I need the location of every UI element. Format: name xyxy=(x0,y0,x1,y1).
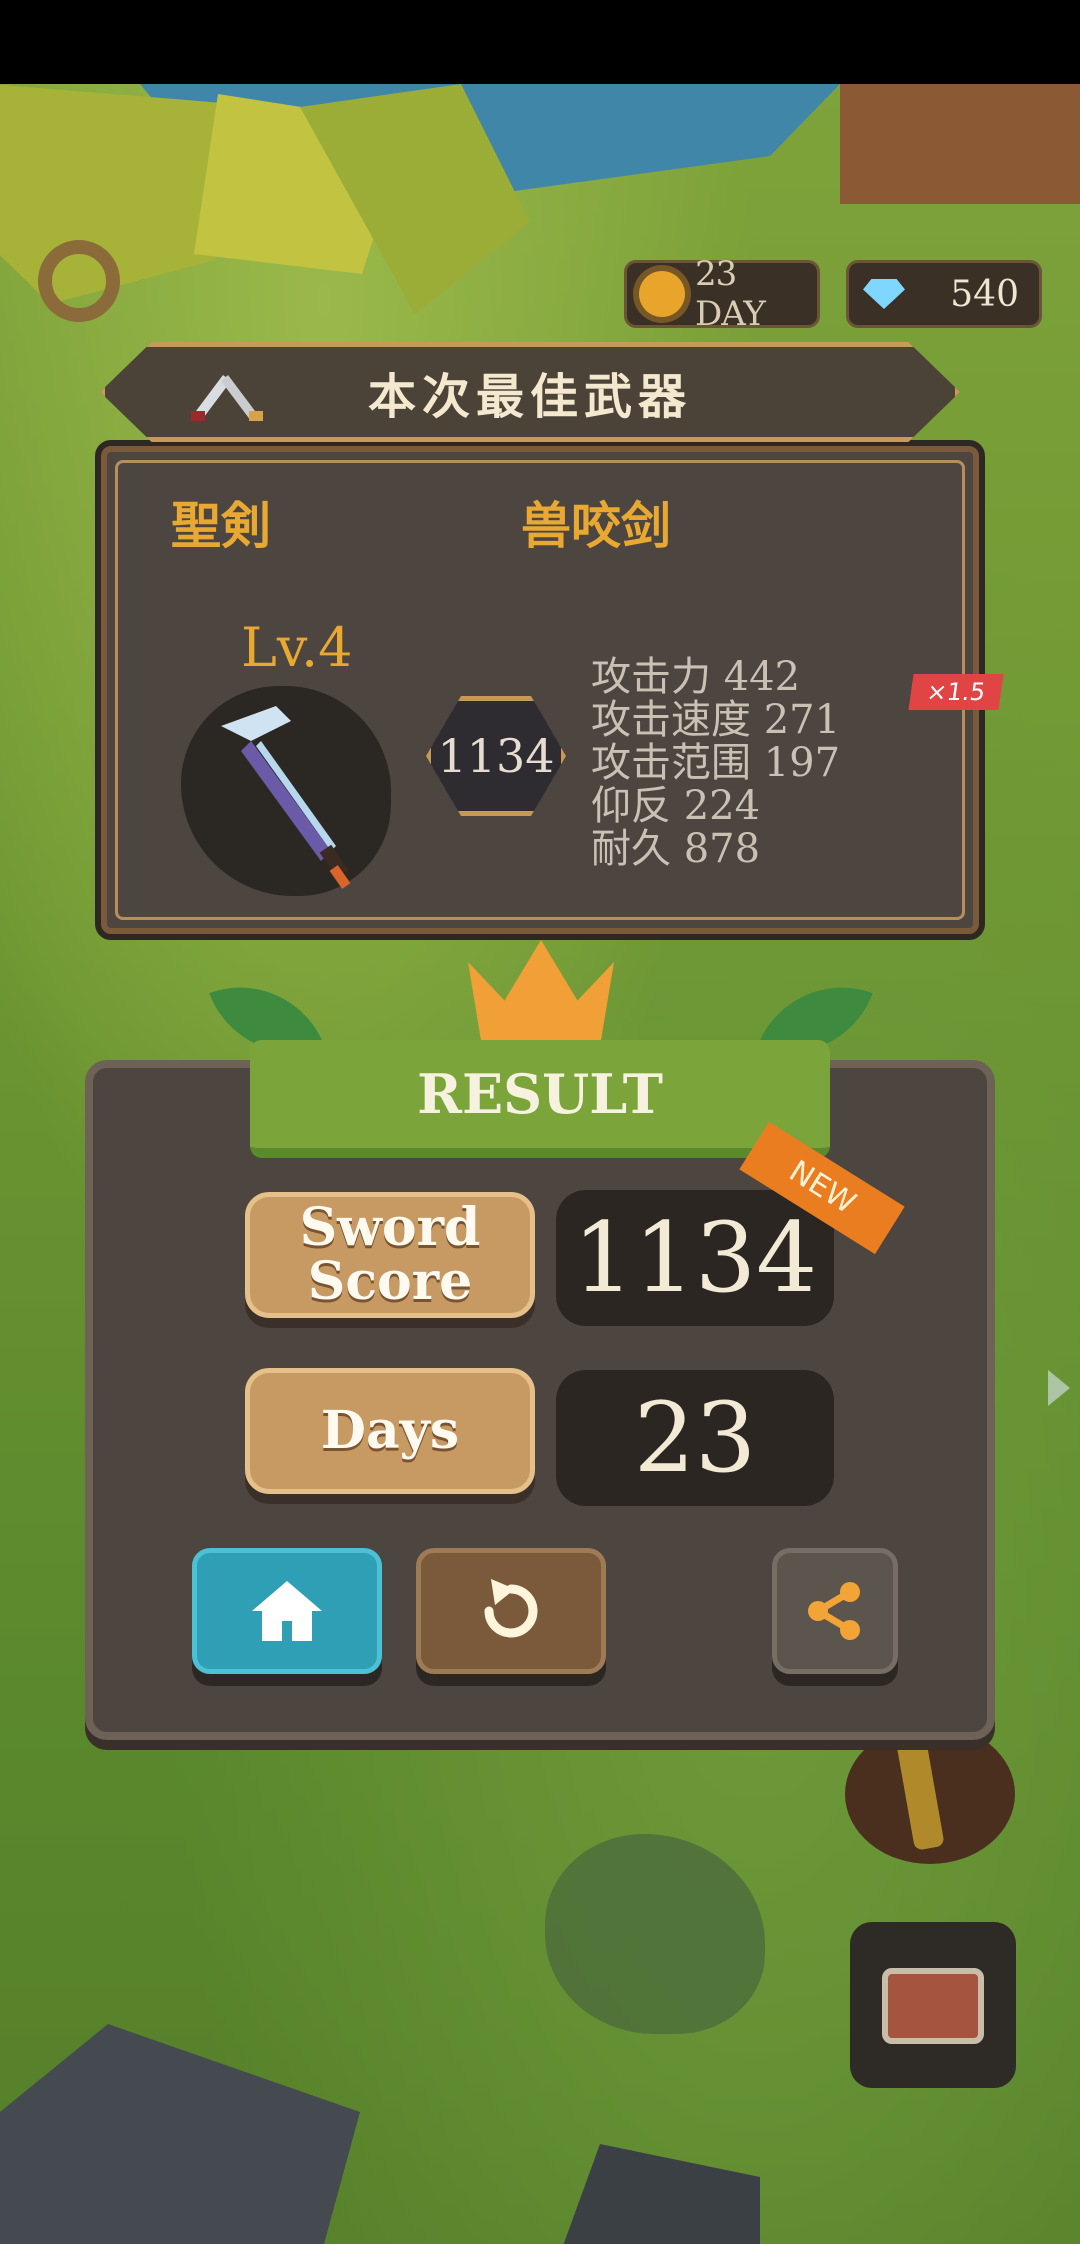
stat-value: 197 xyxy=(763,740,841,786)
days-label-box: Days xyxy=(245,1368,535,1494)
weapon-name: 兽咬剑 xyxy=(521,496,671,555)
stat-row: 攻击速度 271 xyxy=(591,699,840,742)
sword-score-value: 1134 xyxy=(572,1202,818,1314)
stat-label: 攻击力 xyxy=(591,654,711,700)
sword-score-value-box: 1134 xyxy=(556,1190,834,1326)
weapon-stats: 攻击力 442 攻击速度 271 攻击范围 197 仰反 224 耐久 878 xyxy=(591,656,840,871)
stat-label: 攻击速度 xyxy=(591,697,751,743)
chest-icon xyxy=(882,1968,984,2044)
gem-count: 540 xyxy=(950,273,1019,315)
day-label: 23 DAY xyxy=(695,254,766,334)
rock xyxy=(560,2144,760,2244)
stat-label: 仰反 xyxy=(591,783,671,829)
sun-icon xyxy=(639,271,685,317)
scroll-right-icon[interactable] xyxy=(1048,1370,1070,1406)
retry-button[interactable] xyxy=(416,1548,606,1674)
banner-title: 本次最佳武器 xyxy=(367,369,692,425)
share-button[interactable] xyxy=(772,1548,898,1674)
sword-score-label: Sword Score xyxy=(299,1197,481,1312)
weapon-level: Lv.4 xyxy=(241,616,353,679)
weapon-score: 1134 xyxy=(437,729,555,783)
gem-icon xyxy=(863,279,905,309)
home-button[interactable] xyxy=(192,1548,382,1674)
stat-label: 耐久 xyxy=(591,826,671,872)
gem-counter[interactable]: 540 xyxy=(846,260,1042,328)
day-counter: 23 DAY xyxy=(624,254,820,334)
weapons-icon xyxy=(191,375,263,421)
result-title: RESULT xyxy=(417,1062,663,1126)
stat-value: 271 xyxy=(763,697,841,743)
status-bar xyxy=(0,0,1080,84)
retry-icon xyxy=(484,1579,538,1638)
result-banner: RESULT xyxy=(250,1040,830,1158)
stat-value: 442 xyxy=(723,654,801,700)
best-weapon-banner: 本次最佳武器 xyxy=(100,342,960,442)
weapon-type: 聖剣 xyxy=(171,496,271,555)
days-value-box: 23 xyxy=(556,1370,834,1506)
stat-label: 攻击范围 xyxy=(591,740,751,786)
best-weapon-panel: 聖剣 兽咬剑 Lv.4 1134 攻击力 442 攻击速度 271 攻击范围 1… xyxy=(95,440,1004,940)
sword-score-label-box: Sword Score xyxy=(245,1192,535,1318)
share-icon xyxy=(808,1582,860,1640)
stat-row: 攻击范围 197 xyxy=(591,742,840,785)
settings-gear-icon[interactable] xyxy=(38,240,120,322)
stat-value: 224 xyxy=(683,783,761,829)
days-value: 23 xyxy=(633,1382,757,1494)
sword-icon xyxy=(221,706,351,889)
wooden-wall xyxy=(840,84,1080,204)
stat-row: 耐久 878 xyxy=(591,828,840,871)
days-label: Days xyxy=(320,1400,460,1461)
treasure-chest-button[interactable] xyxy=(850,1922,1016,2088)
bush xyxy=(545,1834,765,2034)
multiplier-badge: ×1.5 xyxy=(908,674,1004,710)
home-icon xyxy=(252,1581,322,1641)
rock xyxy=(0,2024,360,2244)
stat-value: 878 xyxy=(683,826,761,872)
stat-row: 仰反 224 xyxy=(591,785,840,828)
stat-row: 攻击力 442 xyxy=(591,656,840,699)
